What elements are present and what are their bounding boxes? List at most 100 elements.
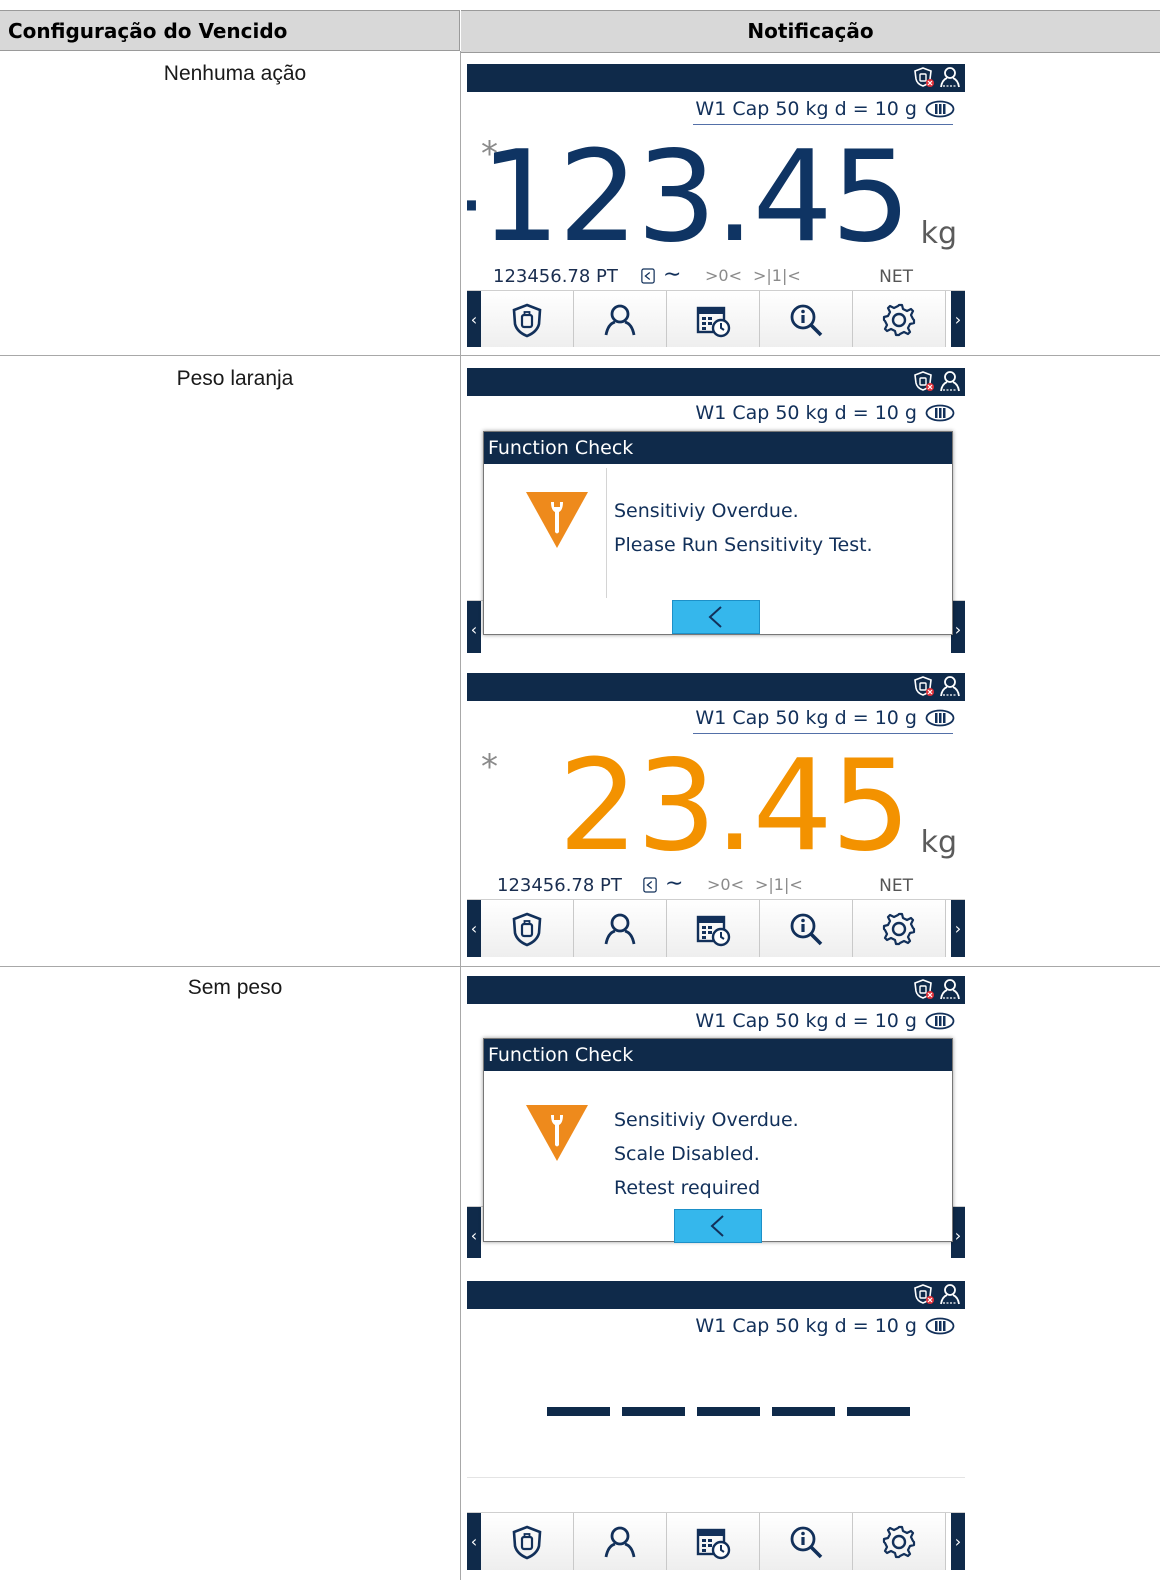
softkey-user[interactable] bbox=[574, 291, 667, 347]
range-indicator-icon bbox=[925, 404, 955, 422]
softkey-function-check[interactable] bbox=[481, 291, 574, 347]
dialog-line-2: Please Run Sensitivity Test. bbox=[614, 534, 873, 556]
terminal-screen-normal: W1 Cap 50 kg d = 10 g * -123.45 kg 12345… bbox=[467, 64, 965, 347]
row-label-no-weight: Sem peso bbox=[187, 976, 283, 999]
function-check-alert-icon[interactable] bbox=[913, 978, 935, 1000]
softkey-calendar[interactable] bbox=[667, 900, 760, 957]
weight-dash bbox=[622, 1407, 685, 1416]
capacity-line: W1 Cap 50 kg d = 10 g bbox=[695, 98, 955, 120]
nav-right-button[interactable]: › bbox=[951, 900, 965, 957]
softkey-setup[interactable] bbox=[853, 291, 946, 347]
weight-unit: kg bbox=[920, 216, 957, 251]
dialog-message: Sensitiviy Overdue. Scale Disabled. Rete… bbox=[614, 1103, 799, 1205]
capacity-text: W1 Cap 50 kg d = 10 g bbox=[695, 1315, 917, 1337]
nav-left-button[interactable]: ‹ bbox=[467, 900, 481, 957]
tare-icon bbox=[643, 876, 657, 894]
dialog-divider bbox=[606, 468, 607, 598]
status-bar bbox=[467, 368, 965, 396]
softkey-user[interactable] bbox=[574, 1513, 667, 1570]
softkey-info[interactable] bbox=[760, 291, 853, 347]
status-row: 123456.78 PT ∼ >0< >|1|< NET bbox=[467, 871, 965, 901]
user-icon[interactable] bbox=[939, 675, 961, 697]
range-indicator-icon bbox=[925, 100, 955, 118]
user-icon[interactable] bbox=[939, 978, 961, 1000]
function-check-icon bbox=[509, 1524, 545, 1560]
nav-left-button[interactable]: ‹ bbox=[467, 1513, 481, 1570]
nav-right-button[interactable]: › bbox=[951, 1207, 965, 1258]
softkey-calendar[interactable] bbox=[667, 1513, 760, 1570]
range-indicator: >|1|< bbox=[753, 266, 801, 285]
motion-icon: ∼ bbox=[663, 262, 682, 287]
softkey-bar: ‹ › bbox=[467, 1512, 965, 1570]
function-check-alert-icon[interactable] bbox=[913, 1283, 935, 1305]
function-check-dialog: Function Check Sensitiviy Overdue. Scale… bbox=[483, 1038, 953, 1243]
column-divider bbox=[460, 51, 461, 1580]
row-divider bbox=[0, 355, 1160, 356]
dialog-line-1: Sensitiviy Overdue. bbox=[614, 500, 799, 522]
user-icon[interactable] bbox=[939, 1283, 961, 1305]
nav-left-button[interactable]: ‹ bbox=[467, 1207, 481, 1258]
function-check-alert-icon[interactable] bbox=[913, 370, 935, 392]
softkey-function-check[interactable] bbox=[481, 1513, 574, 1570]
range-indicator-icon bbox=[925, 1012, 955, 1030]
center-zero-indicator: >0< bbox=[707, 875, 744, 894]
function-check-alert-icon[interactable] bbox=[913, 675, 935, 697]
row-divider bbox=[0, 966, 1160, 967]
info-search-icon bbox=[788, 302, 824, 338]
capacity-text: W1 Cap 50 kg d = 10 g bbox=[695, 98, 917, 120]
dialog-message: Sensitiviy Overdue. Please Run Sensitivi… bbox=[614, 494, 873, 562]
softkey-calendar[interactable] bbox=[667, 291, 760, 347]
user-icon[interactable] bbox=[939, 66, 961, 88]
nav-left-button[interactable]: ‹ bbox=[467, 291, 481, 347]
wrench-warning-icon bbox=[524, 1103, 590, 1163]
weight-display: 23.45 bbox=[558, 732, 911, 879]
terminal-screen-dialog-2: W1 Cap 50 kg d = 10 g ‹ › Function Check… bbox=[467, 976, 965, 1258]
info-search-icon bbox=[788, 911, 824, 947]
gear-icon bbox=[881, 302, 917, 338]
motion-icon: ∼ bbox=[665, 871, 684, 896]
status-row: 123456.78 PT ∼ >0< >|1|< NET bbox=[467, 262, 965, 292]
softkey-user[interactable] bbox=[574, 900, 667, 957]
status-bar bbox=[467, 976, 965, 1004]
nav-right-button[interactable]: › bbox=[951, 1513, 965, 1570]
softkey-info[interactable] bbox=[760, 900, 853, 957]
header-notification: Notificação bbox=[461, 10, 1160, 53]
back-arrow-icon bbox=[710, 1215, 724, 1237]
range-indicator: >|1|< bbox=[755, 875, 803, 894]
softkey-info[interactable] bbox=[760, 1513, 853, 1570]
weight-display: -123.45 bbox=[467, 123, 911, 270]
nav-left-button[interactable]: ‹ bbox=[467, 601, 481, 653]
dialog-back-button[interactable] bbox=[672, 600, 760, 634]
softkey-setup[interactable] bbox=[853, 900, 946, 957]
nav-right-button[interactable]: › bbox=[951, 601, 965, 653]
nav-right-button[interactable]: › bbox=[951, 291, 965, 347]
capacity-line: W1 Cap 50 kg d = 10 g bbox=[695, 1010, 955, 1032]
dialog-title: Function Check bbox=[484, 432, 952, 464]
calendar-clock-icon bbox=[695, 1524, 731, 1560]
info-search-icon bbox=[788, 1524, 824, 1560]
function-check-alert-icon[interactable] bbox=[913, 66, 935, 88]
header-overdue-config: Configuração do Vencido bbox=[0, 10, 460, 51]
net-label: NET bbox=[879, 267, 913, 287]
dialog-back-button[interactable] bbox=[674, 1209, 762, 1243]
stability-star: * bbox=[481, 747, 498, 787]
gear-icon bbox=[881, 911, 917, 947]
dialog-line-2: Scale Disabled. bbox=[614, 1143, 760, 1165]
calendar-clock-icon bbox=[695, 911, 731, 947]
weight-unit: kg bbox=[920, 825, 957, 860]
status-bar bbox=[467, 64, 965, 92]
softkey-bar: ‹ › bbox=[467, 899, 965, 957]
row-label-no-action: Nenhuma ação bbox=[163, 62, 307, 85]
softkey-function-check[interactable] bbox=[481, 900, 574, 957]
capacity-line: W1 Cap 50 kg d = 10 g bbox=[695, 402, 955, 424]
wrench-warning-icon bbox=[524, 490, 590, 550]
capacity-text: W1 Cap 50 kg d = 10 g bbox=[695, 402, 917, 424]
softkey-setup[interactable] bbox=[853, 1513, 946, 1570]
user-icon bbox=[602, 1524, 638, 1560]
weight-dash bbox=[547, 1407, 610, 1416]
net-label: NET bbox=[879, 876, 913, 896]
function-check-dialog: Function Check Sensitiviy Overdue. Pleas… bbox=[483, 431, 953, 635]
user-icon[interactable] bbox=[939, 370, 961, 392]
user-icon bbox=[602, 302, 638, 338]
range-indicator-icon bbox=[925, 1317, 955, 1335]
